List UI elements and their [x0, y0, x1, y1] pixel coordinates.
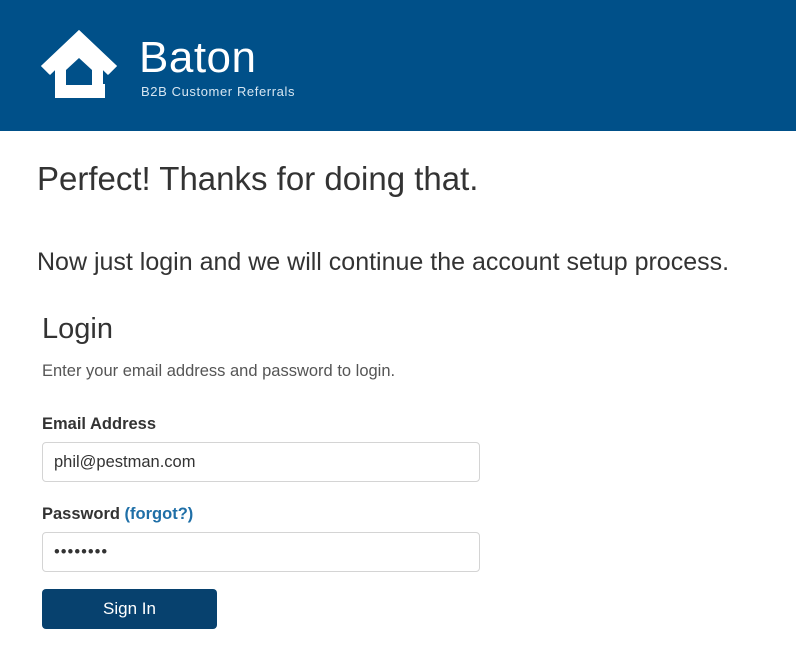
sign-in-button[interactable]: Sign In [42, 589, 217, 629]
login-description: Enter your email address and password to… [42, 362, 396, 380]
password-field[interactable] [42, 532, 480, 572]
email-label-text: Email Address [42, 415, 157, 433]
forgot-password-link[interactable]: (forgot?) [125, 505, 194, 523]
brand-tagline: B2B Customer Referrals [141, 84, 296, 99]
brand-name: Baton [139, 33, 257, 82]
email-label: Email Address [42, 413, 156, 435]
site-header: Baton B2B Customer Referrals [0, 0, 796, 131]
email-field[interactable] [42, 442, 480, 482]
login-title: Login [42, 313, 113, 345]
password-label: Password (forgot?) [42, 503, 193, 525]
house-icon [41, 30, 117, 98]
password-label-text: Password [42, 505, 120, 523]
instruction-text: Now just login and we will continue the … [37, 248, 730, 276]
confirmation-headline: Perfect! Thanks for doing that. [37, 160, 479, 197]
